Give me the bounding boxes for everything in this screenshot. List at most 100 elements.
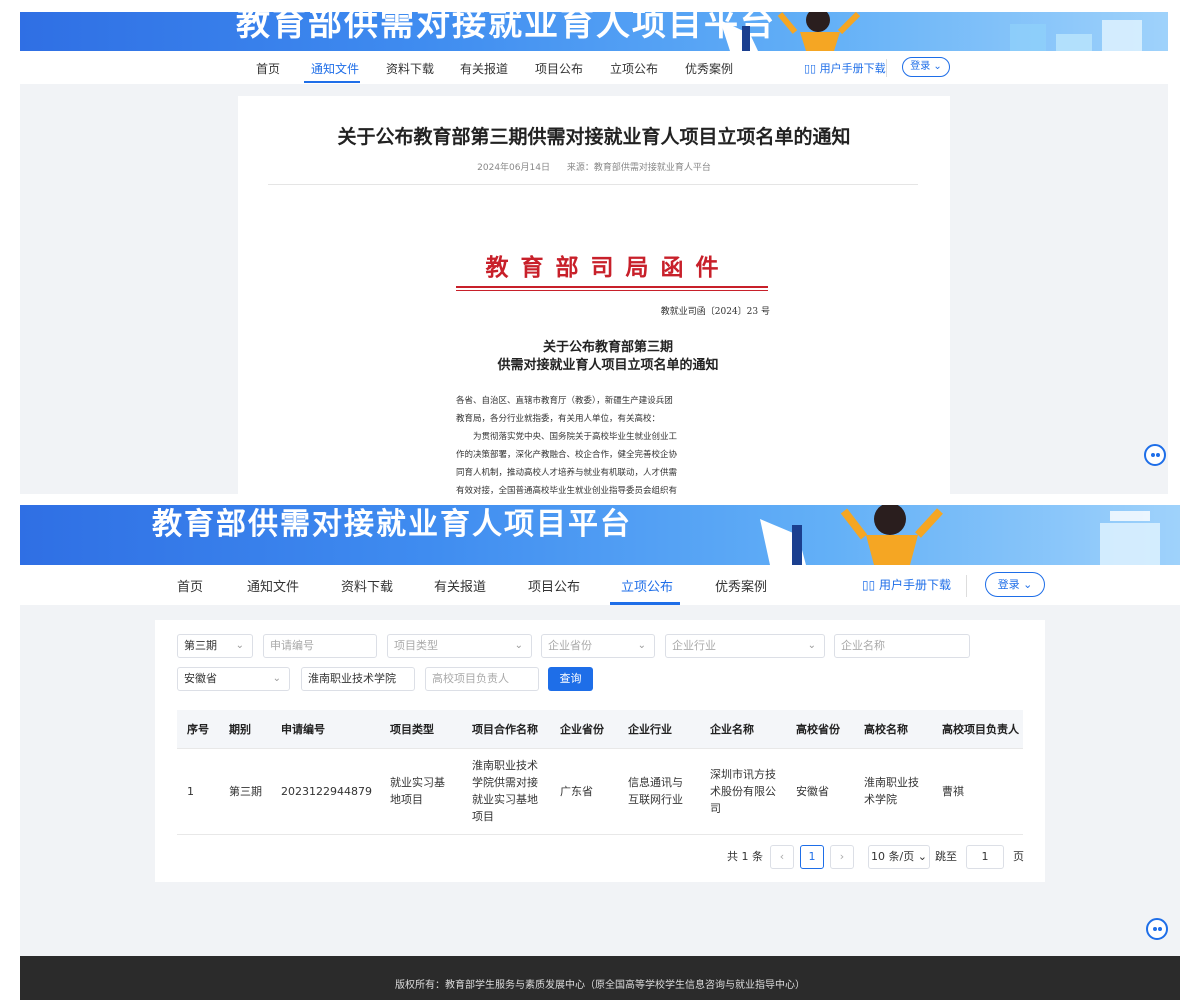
school-name-value: 淮南职业技术学院 bbox=[308, 672, 396, 685]
book-icon: ▯▯ bbox=[804, 62, 820, 75]
chevron-down-icon: ⌄ bbox=[272, 673, 281, 684]
manual-label: 用户手册下载 bbox=[819, 62, 886, 75]
company-province-placeholder: 企业省份 bbox=[548, 639, 592, 652]
banner-illustration-icon bbox=[760, 505, 943, 565]
book-icon: ▯▯ bbox=[862, 578, 880, 592]
cell-index: 1 bbox=[177, 748, 219, 835]
article-panel: 关于公布教育部第三期供需对接就业育人项目立项名单的通知 2024年06月14日 … bbox=[238, 96, 950, 494]
jump-label: 跳至 bbox=[935, 850, 957, 863]
chevron-down-icon: ⌄ bbox=[235, 640, 244, 651]
top-nav-bar: 首页 通知文件 资料下载 有关报道 项目公布 立项公布 优秀案例 ▯▯ 用户手册… bbox=[20, 51, 1168, 84]
col-header: 期别 bbox=[219, 710, 271, 749]
chat-assistant-icon[interactable] bbox=[1144, 444, 1166, 466]
nav-downloads[interactable]: 资料下载 bbox=[386, 60, 434, 77]
nav-notices[interactable]: 通知文件 bbox=[311, 60, 359, 77]
col-header: 高校名称 bbox=[853, 710, 932, 749]
login-button[interactable]: 登录 ⌄ bbox=[985, 572, 1045, 597]
page-number-current[interactable]: 1 bbox=[800, 845, 824, 869]
application-number-input[interactable]: 申请编号 bbox=[263, 634, 377, 658]
company-name-input[interactable]: 企业名称 bbox=[834, 634, 970, 658]
manual-download-link[interactable]: ▯▯ 用户手册下载 bbox=[804, 60, 886, 76]
total-count: 共 1 条 bbox=[727, 850, 763, 863]
chevron-down-icon: ⌄ bbox=[514, 640, 523, 651]
document-body-line: 作的决策部署，深化产教融合、校企合作，健全完善校企协 bbox=[456, 450, 678, 460]
nav-divider bbox=[886, 59, 887, 77]
cell-school-province: 安徽省 bbox=[785, 748, 854, 835]
banner-blocks-icon bbox=[1100, 511, 1160, 565]
nav-cases[interactable]: 优秀案例 bbox=[715, 576, 767, 595]
document-body-line: 教育局，各分行业就指委，有关用人单位，有关高校： bbox=[456, 414, 661, 424]
document-image: 教育部司局函件 教就业司函〔2024〕23 号 关于公布教育部第三期 供需对接就… bbox=[408, 196, 808, 494]
project-type-select[interactable]: 项目类型 ⌄ bbox=[387, 634, 532, 658]
query-button[interactable]: 查询 bbox=[548, 667, 593, 691]
document-number: 教就业司函〔2024〕23 号 bbox=[660, 307, 770, 317]
nav-project-notices[interactable]: 项目公布 bbox=[528, 576, 580, 595]
nav-approval-notices[interactable]: 立项公布 bbox=[621, 576, 673, 595]
period-select[interactable]: 第三期 ⌄ bbox=[177, 634, 253, 658]
nav-home[interactable]: 首页 bbox=[177, 576, 203, 595]
nav-reports[interactable]: 有关报道 bbox=[460, 60, 508, 77]
cell-project-type: 就业实习基地项目 bbox=[379, 748, 462, 835]
project-leader-input[interactable]: 高校项目负责人 bbox=[425, 667, 539, 691]
document-body-line: 有效对接，全国普通高校毕业生就业创业指导委员会组织有 bbox=[456, 486, 678, 494]
chevron-down-icon: ⌄ bbox=[807, 640, 816, 651]
nav-approval-notices[interactable]: 立项公布 bbox=[610, 60, 658, 77]
school-province-select[interactable]: 安徽省 ⌄ bbox=[177, 667, 290, 691]
cell-company-industry: 信息通讯与互联网行业 bbox=[617, 748, 700, 835]
col-header: 申请编号 bbox=[271, 710, 380, 749]
article-screenshot: 教育部供需对接就业育人项目平台 首页 通知文件 资料下载 有关报道 项目公布 立… bbox=[20, 12, 1168, 494]
article-divider bbox=[268, 184, 918, 185]
manual-download-link[interactable]: ▯▯ 用户手册下载 bbox=[862, 576, 951, 593]
red-rule-thin bbox=[456, 290, 768, 291]
company-industry-placeholder: 企业行业 bbox=[672, 639, 716, 652]
chevron-down-icon: ⌄ bbox=[917, 850, 927, 863]
col-header: 高校省份 bbox=[785, 710, 854, 749]
nav-reports[interactable]: 有关报道 bbox=[434, 576, 486, 595]
project-type-placeholder: 项目类型 bbox=[394, 639, 438, 652]
search-panel: 第三期 ⌄ 申请编号 项目类型 ⌄ 企业省份 ⌄ 企业行业 ⌄ 企业名称 安徽省 ⌄ 淮南… bbox=[155, 620, 1045, 882]
col-header: 项目合作名称 bbox=[461, 710, 550, 749]
page-size-value: 10 条/页 bbox=[871, 850, 915, 863]
col-header: 序号 bbox=[177, 710, 219, 749]
manual-label: 用户手册下载 bbox=[879, 578, 952, 592]
page-suffix: 页 bbox=[1013, 850, 1024, 863]
col-header: 企业省份 bbox=[549, 710, 618, 749]
article-meta: 2024年06月14日 来源：教育部供需对接就业育人平台 bbox=[238, 160, 950, 173]
jump-page-input[interactable]: 1 bbox=[966, 845, 1004, 869]
page-size-select[interactable]: 10 条/页 ⌄ bbox=[868, 845, 930, 869]
cell-company-province: 广东省 bbox=[549, 748, 618, 835]
nav-home[interactable]: 首页 bbox=[256, 60, 280, 77]
col-header: 企业行业 bbox=[617, 710, 700, 749]
col-header: 项目类型 bbox=[379, 710, 462, 749]
cell-project-name: 淮南职业技术学院供需对接就业实习基地项目 bbox=[461, 748, 550, 835]
chevron-right-icon: › bbox=[839, 850, 845, 863]
table-header-row: 序号 期别 申请编号 项目类型 项目合作名称 企业省份 企业行业 企业名称 高校… bbox=[177, 710, 1023, 749]
nav-notices[interactable]: 通知文件 bbox=[247, 576, 299, 595]
company-industry-select[interactable]: 企业行业 ⌄ bbox=[665, 634, 825, 658]
chevron-down-icon: ⌄ bbox=[1023, 578, 1033, 591]
nav-downloads[interactable]: 资料下载 bbox=[341, 576, 393, 595]
document-body: 各省、自治区、直辖市教育厅（教委），新疆生产建设兵团 教育局，各分行业就指委，有… bbox=[456, 392, 756, 494]
chat-assistant-icon[interactable] bbox=[1146, 918, 1168, 940]
results-table: 序号 期别 申请编号 项目类型 项目合作名称 企业省份 企业行业 企业名称 高校… bbox=[177, 710, 1023, 835]
company-province-select[interactable]: 企业省份 ⌄ bbox=[541, 634, 655, 658]
site-banner: 教育部供需对接就业育人项目平台 bbox=[20, 12, 1168, 51]
cell-project-leader: 曹祺 bbox=[931, 748, 1023, 835]
footer: 版权所有：教育部学生服务与素质发展中心（原全国高等学校学生信息咨询与就业指导中心… bbox=[20, 956, 1180, 1000]
chevron-down-icon: ⌄ bbox=[933, 61, 942, 72]
site-title: 教育部供需对接就业育人项目平台 bbox=[236, 12, 776, 44]
school-province-value: 安徽省 bbox=[184, 672, 217, 685]
login-label: 登录 bbox=[997, 578, 1020, 591]
banner-blocks-icon bbox=[1010, 20, 1142, 51]
article-source: 来源：教育部供需对接就业育人平台 bbox=[566, 163, 711, 173]
nav-cases[interactable]: 优秀案例 bbox=[685, 60, 733, 77]
next-page-button[interactable]: › bbox=[830, 845, 854, 869]
nav-project-notices[interactable]: 项目公布 bbox=[535, 60, 583, 77]
login-button[interactable]: 登录 ⌄ bbox=[902, 57, 950, 77]
company-name-placeholder: 企业名称 bbox=[841, 639, 885, 652]
school-name-input[interactable]: 淮南职业技术学院 bbox=[301, 667, 415, 691]
cell-company-name: 深圳市讯方技术股份有限公司 bbox=[699, 748, 786, 835]
prev-page-button[interactable]: ‹ bbox=[770, 845, 794, 869]
cell-school-name: 淮南职业技术学院 bbox=[853, 748, 932, 835]
login-label: 登录 bbox=[910, 61, 931, 72]
